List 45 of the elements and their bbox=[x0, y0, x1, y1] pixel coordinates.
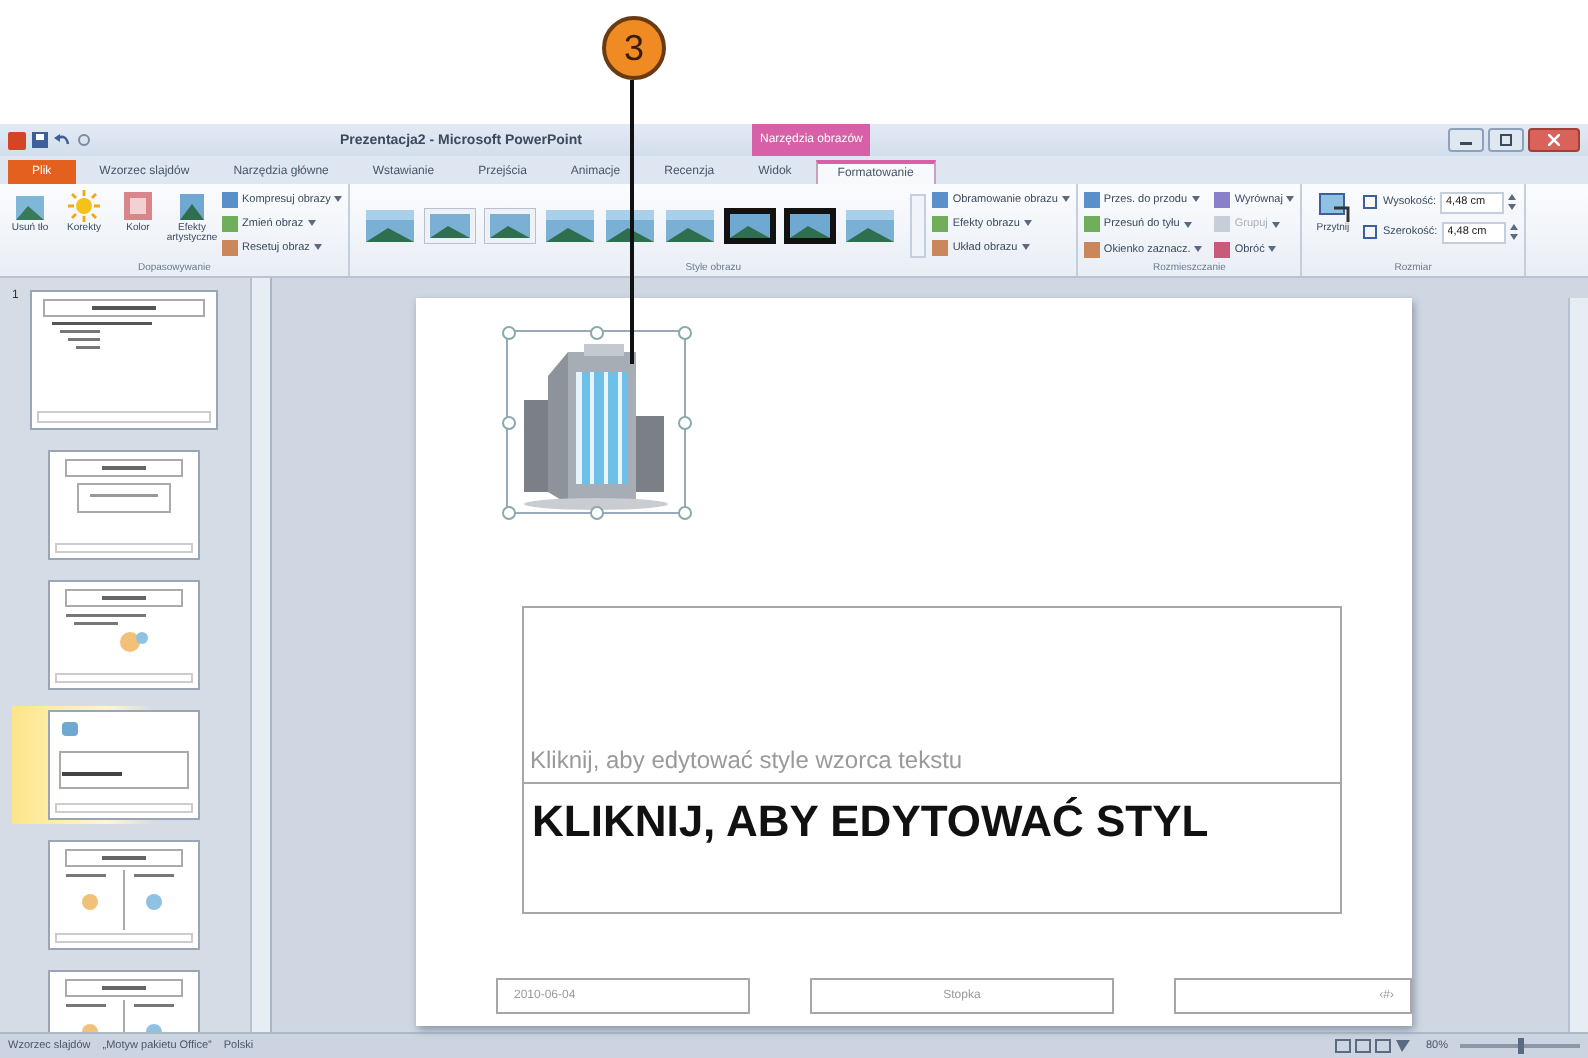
color-swatch-icon bbox=[120, 188, 156, 224]
artistic-effects-icon bbox=[174, 188, 210, 224]
spinner-icon[interactable] bbox=[1508, 194, 1516, 210]
picture-style-thumbnail[interactable] bbox=[364, 207, 417, 243]
slide-thumbnail[interactable] bbox=[30, 290, 218, 430]
caret-icon bbox=[1183, 221, 1192, 228]
picture-style-thumbnail[interactable] bbox=[484, 207, 537, 243]
caret-icon bbox=[1268, 246, 1277, 253]
caret-icon bbox=[1286, 196, 1295, 202]
caret-icon bbox=[1194, 246, 1203, 253]
caret-icon bbox=[1023, 220, 1032, 226]
caret-icon bbox=[1271, 221, 1280, 228]
picture-style-thumbnail[interactable] bbox=[844, 207, 897, 243]
close-button[interactable] bbox=[1528, 128, 1580, 152]
powerpoint-logo-icon[interactable] bbox=[8, 131, 26, 149]
gallery-scrollbar[interactable] bbox=[910, 193, 927, 257]
picture-style-thumbnail[interactable] bbox=[724, 207, 777, 243]
title-placeholder[interactable]: KLIKNIJ, ABY EDYTOWAĆ STYL bbox=[524, 784, 1340, 912]
slide-thumbnail[interactable] bbox=[48, 840, 200, 950]
picture-style-thumbnail[interactable] bbox=[424, 207, 477, 243]
sun-icon bbox=[66, 188, 102, 224]
picture-style-thumbnail[interactable] bbox=[544, 207, 597, 243]
crop-icon bbox=[1314, 188, 1351, 224]
caret-icon bbox=[1061, 196, 1070, 202]
caret-icon bbox=[1191, 196, 1199, 202]
slide-thumbnail[interactable] bbox=[48, 710, 200, 820]
undo-icon[interactable] bbox=[54, 132, 70, 148]
caret-icon bbox=[307, 220, 316, 226]
caret-icon bbox=[334, 196, 343, 202]
picture-style-thumbnail[interactable] bbox=[784, 207, 837, 243]
close-icon bbox=[1548, 134, 1560, 146]
minimize-button[interactable] bbox=[1448, 128, 1484, 152]
maximize-button[interactable] bbox=[1488, 128, 1524, 152]
view-buttons-icon[interactable] bbox=[1333, 1038, 1414, 1054]
save-icon[interactable] bbox=[32, 132, 48, 148]
slide-thumbnail[interactable] bbox=[48, 450, 200, 560]
maximize-icon bbox=[1500, 134, 1512, 146]
picture-style-thumbnail[interactable] bbox=[604, 207, 657, 243]
callout-number: 3 bbox=[602, 16, 666, 80]
scrollbar[interactable] bbox=[250, 278, 270, 1032]
slide-thumbnail[interactable] bbox=[48, 580, 200, 690]
caret-icon bbox=[1021, 244, 1030, 250]
caret-icon bbox=[313, 244, 322, 250]
scrollbar[interactable] bbox=[1568, 298, 1588, 1032]
picture-style-thumbnail[interactable] bbox=[664, 207, 717, 243]
